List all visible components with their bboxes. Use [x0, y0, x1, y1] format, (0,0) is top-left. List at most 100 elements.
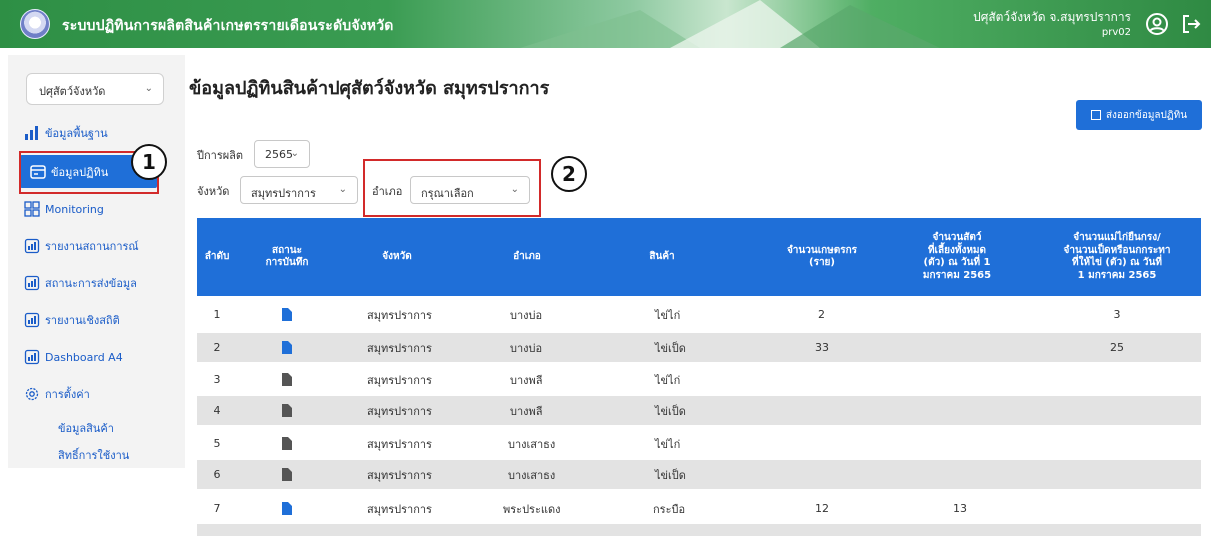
- cell-status[interactable]: [257, 396, 317, 425]
- sidebar-item-dashboard-a4[interactable]: Dashboard A4: [24, 344, 123, 370]
- cell-layers: 25: [1110, 341, 1124, 354]
- file-status-icon[interactable]: [282, 308, 292, 321]
- sidebar-subitem-product-data[interactable]: ข้อมูลสินค้า: [58, 419, 114, 437]
- header-animals: จำนวนสัตว์ ที่เลี้ยงทั้งหมด (ตัว) ณ วันท…: [897, 218, 1017, 296]
- cell-no: 7: [213, 502, 221, 515]
- file-status-icon[interactable]: [282, 502, 292, 515]
- sidebar-item-situation-report[interactable]: รายงานสถานการณ์: [24, 233, 139, 259]
- header-layers-line: จำนวนเป็ดหรือนกกระทา: [1063, 244, 1171, 256]
- header-animals-line: ที่เลี้ยงทั้งหมด: [927, 244, 987, 256]
- export-calendar-label: ส่งออกข้อมูลปฏิทิน: [1105, 109, 1188, 121]
- report-icon: [24, 349, 40, 365]
- table-row-partial: [197, 524, 1201, 536]
- table-row[interactable]: 1 สมุทรปราการ บางบ่อ ไข่ไก่ 2 3: [197, 300, 1201, 329]
- cell-district: บางพลี: [510, 404, 543, 418]
- province-select[interactable]: สมุทรปราการ ⌄: [240, 176, 358, 204]
- cell-province: สมุทรปราการ: [367, 437, 432, 451]
- annotation-box-2: [363, 159, 541, 217]
- cell-layers: [1067, 429, 1167, 458]
- cell-province: สมุทรปราการ: [367, 502, 432, 516]
- header-farmers: จำนวนเกษตรกร (ราย): [747, 218, 897, 296]
- cell-status[interactable]: [257, 460, 317, 489]
- header-no: ลำดับ: [204, 250, 230, 262]
- page-title: ข้อมูลปฏิทินสินค้าปศุสัตว์จังหวัด สมุทรป…: [189, 78, 550, 99]
- user-id: prv02: [1101, 27, 1131, 38]
- cell-layers: 3: [1113, 308, 1121, 321]
- sidebar-item-basic-data[interactable]: ข้อมูลพื้นฐาน: [24, 120, 108, 146]
- sidebar-subitem-permissions[interactable]: สิทธิ์การใช้งาน: [58, 446, 129, 464]
- file-status-icon[interactable]: [282, 468, 292, 481]
- cell-status[interactable]: [257, 333, 317, 362]
- cell-farmers: 2: [818, 308, 825, 321]
- cell-animals: [953, 365, 1013, 394]
- cell-district: บางพลี: [510, 373, 543, 387]
- cell-farmers: [815, 396, 875, 425]
- cell-product: ไข่ไก่: [655, 308, 681, 322]
- report-icon: [24, 275, 40, 291]
- cell-no: 3: [213, 373, 221, 386]
- header-province: จังหวัด: [382, 250, 412, 262]
- cell-province: สมุทรปราการ: [367, 341, 432, 355]
- annotation-marker-2: 2: [551, 156, 587, 192]
- user-name: ปศุสัตว์จังหวัด จ.สมุทรปราการ: [973, 10, 1131, 24]
- cell-animals: [953, 333, 1013, 362]
- export-calendar-button[interactable]: ส่งออกข้อมูลปฏิทิน: [1076, 100, 1202, 130]
- cell-animals: [953, 396, 1013, 425]
- table-row[interactable]: 3 สมุทรปราการ บางพลี ไข่ไก่: [197, 365, 1201, 394]
- header-decoration: [520, 0, 940, 48]
- year-label: ปีการผลิต: [197, 149, 244, 162]
- file-status-icon[interactable]: [282, 341, 292, 354]
- cell-status[interactable]: [257, 365, 317, 394]
- header-animals-line: จำนวนสัตว์: [932, 232, 982, 243]
- sidebar-item-submission-status[interactable]: สถานะการส่งข้อมูล: [24, 270, 137, 296]
- sidebar-item-monitoring[interactable]: Monitoring: [24, 196, 104, 222]
- cell-province: สมุทรปราการ: [367, 373, 432, 387]
- year-select[interactable]: 2565 ⌄: [254, 140, 310, 168]
- cell-district: บางบ่อ: [510, 341, 543, 355]
- sidebar: ปศุสัตว์จังหวัด ⌄ ข้อมูลพื้นฐาน ข้อมูลปฏ…: [8, 55, 185, 468]
- chevron-down-icon: ⌄: [338, 184, 347, 195]
- cell-status[interactable]: [257, 300, 317, 329]
- cell-no: 1: [213, 308, 221, 321]
- user-account-icon[interactable]: [1145, 12, 1169, 36]
- sidebar-item-label: รายงานเชิงสถิติ: [45, 314, 120, 327]
- header-layers-line: จำนวนแม่ไก่ยืนกรง/: [1073, 232, 1161, 243]
- table-row[interactable]: 5 สมุทรปราการ บางเสาธง ไข่ไก่: [197, 429, 1201, 458]
- header-status-line: สถานะ: [272, 244, 302, 256]
- table-row[interactable]: 7 สมุทรปราการ พระประแดง กระบือ 12 13: [197, 494, 1201, 523]
- header-animals-line: มกราคม 2565: [922, 269, 992, 281]
- logout-icon[interactable]: [1179, 12, 1203, 36]
- table-header: ลำดับ สถานะ การบันทึก จังหวัด อำเภอ สินค…: [197, 218, 1201, 296]
- report-icon: [24, 312, 40, 328]
- header-animals-line: (ตัว) ณ วันที่ 1: [923, 257, 991, 268]
- sidebar-item-settings[interactable]: การตั้งค่า: [24, 381, 90, 407]
- header-layers-line: ที่ให้ไข่ (ตัว) ณ วันที่: [1072, 257, 1162, 268]
- top-header: ระบบปฏิทินการผลิตสินค้าเกษตรรายเดือนระดั…: [0, 0, 1211, 48]
- sidebar-item-label: ข้อมูลพื้นฐาน: [45, 127, 108, 140]
- table-row[interactable]: 6 สมุทรปราการ บางเสาธง ไข่เป็ด: [197, 460, 1201, 489]
- header-farmers-line: (ราย): [809, 257, 835, 268]
- file-status-icon[interactable]: [282, 404, 292, 417]
- cell-layers: [1067, 365, 1167, 394]
- cell-status[interactable]: [257, 429, 317, 458]
- header-product: สินค้า: [649, 250, 675, 262]
- cell-product: ไข่ไก่: [655, 437, 681, 451]
- cell-district: บางเสาธง: [508, 468, 556, 482]
- sidebar-item-label: Monitoring: [45, 202, 104, 216]
- logo-icon: [20, 9, 50, 39]
- header-status: สถานะ การบันทึก: [257, 218, 317, 296]
- cell-no: 6: [213, 468, 221, 481]
- province-select-value: สมุทรปราการ: [251, 187, 316, 200]
- table-row[interactable]: 4 สมุทรปราการ บางพลี ไข่เป็ด: [197, 396, 1201, 425]
- cell-animals: 13: [953, 502, 967, 515]
- sidebar-item-statistics-report[interactable]: รายงานเชิงสถิติ: [24, 307, 120, 333]
- file-status-icon[interactable]: [282, 437, 292, 450]
- cell-layers: [1067, 460, 1167, 489]
- gear-icon: [25, 387, 39, 401]
- sidebar-item-label: สถานะการส่งข้อมูล: [45, 277, 137, 290]
- cell-status[interactable]: [257, 494, 317, 523]
- department-select[interactable]: ปศุสัตว์จังหวัด ⌄: [26, 73, 164, 105]
- file-status-icon[interactable]: [282, 373, 292, 386]
- table-row[interactable]: 2 สมุทรปราการ บางบ่อ ไข่เป็ด 33 25: [197, 333, 1201, 362]
- cell-product: ไข่เป็ด: [655, 341, 686, 355]
